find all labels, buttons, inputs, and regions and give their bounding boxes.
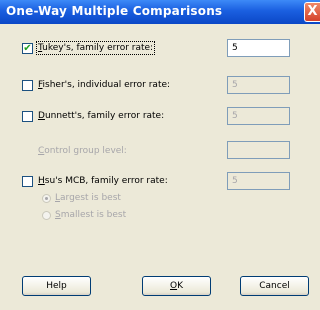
smallest-is-best-radio (42, 211, 51, 220)
multiple-comparisons-dialog: One-Way Multiple Comparisons X ✔ Tukey's… (0, 0, 320, 310)
smallest-label-text: mallest is best (60, 210, 127, 220)
hsu-checkbox[interactable] (22, 176, 33, 187)
hsu-error-rate-input: 5 (227, 172, 290, 190)
fisher-error-rate-input: 5 (227, 76, 290, 94)
dunnett-label-text: unnett's, family error rate: (44, 111, 165, 121)
control-group-input (227, 141, 290, 159)
hsu-label[interactable]: Hsu's MCB, family error rate: (38, 176, 168, 186)
largest-label-text: argest is best (60, 193, 121, 203)
ok-label-text: K (177, 281, 183, 291)
dunnett-mnemonic: D (38, 111, 45, 121)
dunnett-error-rate-input: 5 (227, 107, 290, 125)
hsu-label-text: su's MCB, family error rate: (44, 176, 168, 186)
fisher-label[interactable]: Fisher's, individual error rate: (38, 80, 170, 90)
tukey-label-text: ukey's, family error rate: (42, 43, 154, 53)
dunnett-checkbox[interactable] (22, 111, 33, 122)
control-group-label: Control group level: (38, 146, 127, 156)
smallest-is-best-label: Smallest is best (55, 210, 126, 220)
fisher-checkbox[interactable] (22, 80, 33, 91)
tukey-label[interactable]: Tukey's, family error rate: (35, 41, 156, 55)
ok-button[interactable]: OK (142, 276, 211, 296)
window-title: One-Way Multiple Comparisons (6, 4, 223, 18)
tukey-checkbox[interactable]: ✔ (22, 43, 33, 54)
cancel-button[interactable]: Cancel (240, 276, 309, 296)
dunnett-label[interactable]: Dunnett's, family error rate: (38, 111, 164, 121)
tukey-error-rate-input[interactable]: 5 (227, 39, 290, 57)
hsu-mnemonic: H (38, 176, 45, 186)
fisher-label-text: isher's, individual error rate: (42, 80, 171, 90)
largest-is-best-label: Largest is best (55, 193, 121, 203)
help-button[interactable]: Help (22, 276, 91, 296)
largest-is-best-radio (42, 194, 51, 203)
title-bar[interactable]: One-Way Multiple Comparisons X (0, 0, 320, 24)
close-icon[interactable]: X (304, 2, 320, 22)
control-label-text: ontrol group level: (44, 146, 127, 156)
